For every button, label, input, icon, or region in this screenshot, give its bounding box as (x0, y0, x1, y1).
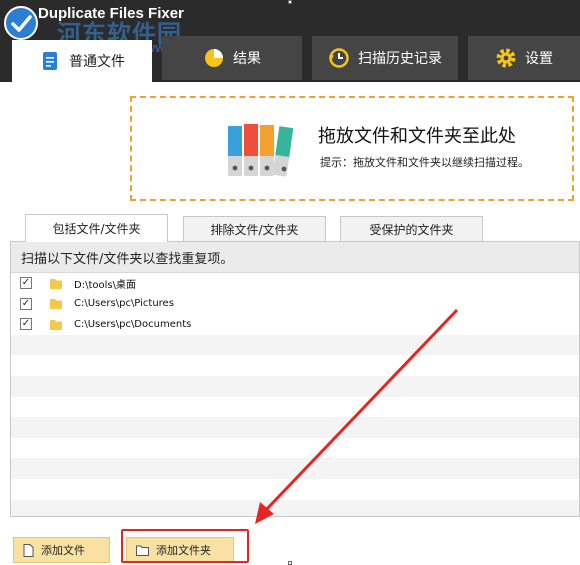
folder-icon (50, 278, 62, 289)
add-folder-button[interactable]: 添加文件夹 (126, 537, 234, 563)
tab-include-files[interactable]: 包括文件/文件夹 (25, 214, 168, 242)
drop-zone-title: 拖放文件和文件夹至此处 (318, 126, 516, 147)
tab-normal-files[interactable]: 普通文件 (12, 40, 152, 82)
tab-label: 结果 (233, 51, 261, 67)
folder-path: C:\Users\pc\Pictures (74, 298, 174, 310)
pie-chart-icon (203, 47, 225, 69)
history-clock-icon (328, 47, 350, 69)
tab-label: 普通文件 (69, 54, 125, 70)
list-item[interactable]: ✓ C:\Users\pc\Documents (11, 314, 579, 335)
crop-handle (288, 0, 292, 4)
empty-row (11, 334, 579, 356)
add-file-label: 添加文件 (41, 544, 85, 557)
empty-row (11, 458, 579, 479)
checkbox[interactable]: ✓ (20, 318, 32, 331)
folder-outline-icon (136, 545, 149, 556)
tab-label: 设置 (525, 51, 553, 67)
empty-row (11, 438, 579, 459)
folder-icon (50, 319, 62, 330)
title-bar: Duplicate Files Fixer 河东软件园 www.pc0359.c… (0, 0, 580, 82)
tab-scan-history[interactable]: 扫描历史记录 (312, 36, 458, 80)
drop-zone[interactable]: 拖放文件和文件夹至此处 提示：拖放文件和文件夹以继续扫描过程。 (130, 96, 574, 201)
binders-icon (228, 124, 294, 177)
add-file-button[interactable]: 添加文件 (13, 537, 110, 563)
subtab-label: 包括文件/文件夹 (52, 222, 141, 236)
empty-row (11, 479, 579, 500)
empty-row (11, 397, 579, 418)
tab-label: 扫描历史记录 (358, 51, 442, 67)
subtab-label: 受保护的文件夹 (369, 222, 454, 237)
add-folder-label: 添加文件夹 (156, 544, 211, 557)
file-icon (23, 543, 34, 557)
folder-icon (50, 298, 62, 310)
drop-zone-hint: 提示：拖放文件和文件夹以继续扫描过程。 (320, 156, 529, 169)
tab-protected-folders[interactable]: 受保护的文件夹 (340, 216, 483, 241)
app-logo-icon (4, 6, 38, 40)
empty-row (11, 417, 579, 438)
empty-row (11, 499, 579, 516)
list-item[interactable]: ✓ C:\Users\pc\Pictures (11, 294, 579, 315)
tab-settings[interactable]: 设置 (468, 36, 580, 80)
document-icon (39, 50, 61, 72)
file-list: ✓ D:\tools\桌面 ✓ C:\Users\pc\Pictures ✓ C… (11, 273, 579, 516)
file-list-panel: 扫描以下文件/文件夹以查找重复项。 ✓ D:\tools\桌面 ✓ C:\Use… (10, 241, 580, 517)
tab-exclude-files[interactable]: 排除文件/文件夹 (183, 216, 326, 241)
tab-results[interactable]: 结果 (162, 36, 302, 80)
gear-icon (495, 47, 517, 69)
subtab-label: 排除文件/文件夹 (210, 222, 299, 237)
empty-row (11, 355, 579, 376)
folder-path: D:\tools\桌面 (74, 279, 136, 291)
list-item[interactable]: ✓ D:\tools\桌面 (11, 273, 579, 294)
crop-handle (288, 561, 292, 565)
checkbox[interactable]: ✓ (20, 277, 32, 290)
empty-row (11, 375, 579, 397)
folder-path: C:\Users\pc\Documents (74, 318, 192, 330)
file-list-header: 扫描以下文件/文件夹以查找重复项。 (11, 242, 579, 273)
checkbox[interactable]: ✓ (20, 297, 32, 310)
